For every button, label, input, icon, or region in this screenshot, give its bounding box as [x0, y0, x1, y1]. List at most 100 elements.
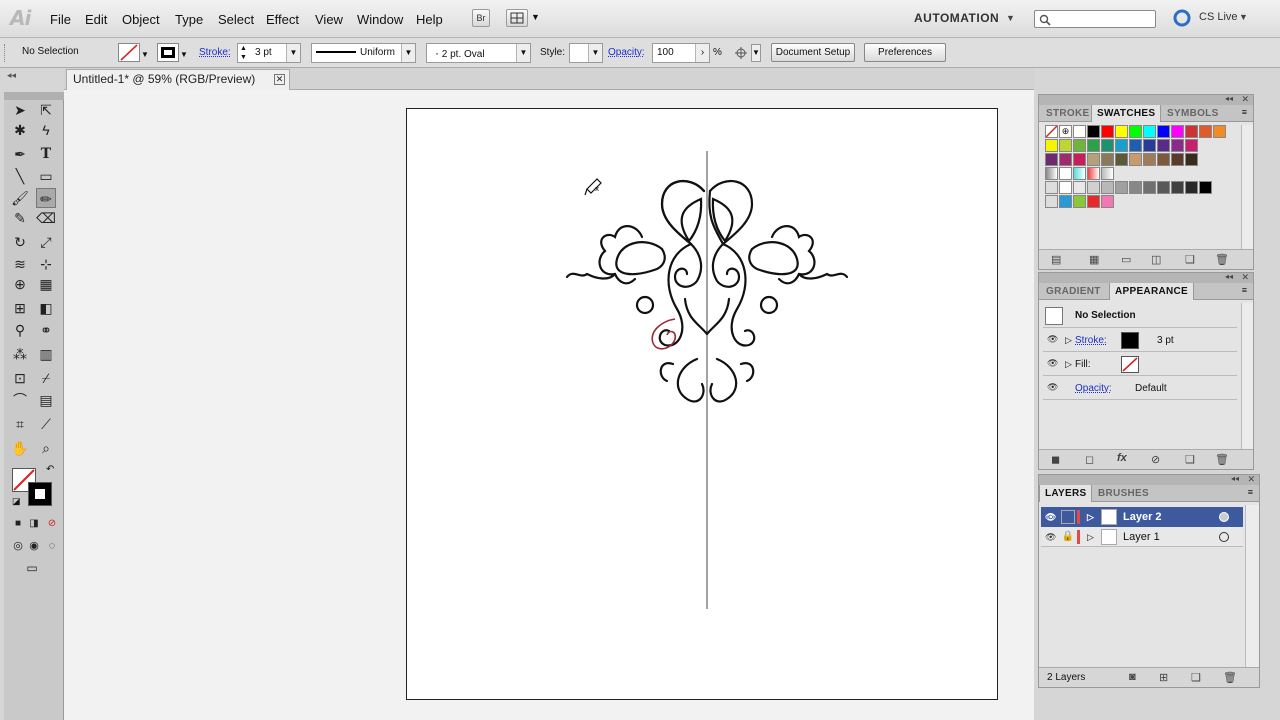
lock-toggle[interactable]	[1061, 510, 1075, 524]
warp-tool-icon[interactable]: ≋	[10, 254, 30, 274]
add-fill-icon[interactable]: ◻	[1085, 453, 1094, 466]
color-swatch[interactable]	[1199, 181, 1212, 194]
fill-color-swatch[interactable]	[118, 43, 140, 62]
panel-grip[interactable]	[4, 92, 64, 100]
color-swatch[interactable]	[1143, 181, 1156, 194]
color-swatch[interactable]	[1115, 139, 1128, 152]
preferences-button[interactable]: Preferences	[864, 43, 946, 62]
gradient-tool-icon[interactable]: ◧	[36, 298, 56, 318]
stepper-icon[interactable]: ▲ ▼	[240, 44, 247, 62]
color-swatch[interactable]	[1045, 153, 1058, 166]
hand-tool-icon[interactable]: ✋	[10, 438, 30, 458]
disclosure-triangle-icon[interactable]: ▷	[1065, 353, 1072, 376]
layer-name[interactable]: Layer 1	[1123, 527, 1160, 547]
clear-appearance-icon[interactable]: ⊘	[1151, 453, 1160, 466]
color-swatch[interactable]	[1045, 139, 1058, 152]
close-icon[interactable]: ✕	[1241, 272, 1249, 283]
layer-row[interactable]: 👁 ▷ Layer 2	[1041, 507, 1243, 527]
visibility-eye-icon[interactable]: 👁	[1047, 335, 1058, 344]
color-swatch[interactable]	[1185, 125, 1198, 138]
appearance-opacity-row[interactable]: 👁 Opacity: Default	[1043, 377, 1237, 400]
scrollbar[interactable]	[1245, 505, 1259, 667]
panel-grip[interactable]	[4, 44, 7, 62]
workspace-switcher[interactable]: AUTOMATION	[914, 11, 999, 25]
blend-tool-icon[interactable]: ⚭	[36, 320, 56, 340]
delete-icon[interactable]: 🗑	[1215, 453, 1229, 466]
color-swatch[interactable]	[1073, 195, 1086, 208]
chevron-down-icon[interactable]: ▼	[751, 44, 761, 62]
close-icon[interactable]: ✕	[1241, 94, 1249, 105]
chevron-down-icon[interactable]: ▼	[531, 12, 540, 22]
scrollbar[interactable]	[1241, 303, 1253, 449]
mesh-tool-icon[interactable]: ⊞	[10, 298, 30, 318]
color-swatch[interactable]	[1101, 181, 1114, 194]
artboard[interactable]: x	[406, 108, 998, 700]
color-swatch[interactable]	[1059, 139, 1072, 152]
magic-wand-tool-icon[interactable]: ✱	[10, 120, 30, 140]
opacity-label[interactable]: Opacity:	[1075, 377, 1112, 400]
recolor-artwork-icon[interactable]	[734, 46, 750, 60]
chevron-down-icon[interactable]: ▼	[141, 50, 149, 59]
screen-mode-icon[interactable]: ▭	[22, 558, 42, 578]
lasso-tool-icon[interactable]: ϟ	[36, 120, 56, 140]
gradient-mode-icon[interactable]: ◨	[24, 514, 44, 534]
line-tool-icon[interactable]: ╲	[10, 166, 30, 186]
brush-definition-select[interactable]: · 2 pt. Oval ▼	[426, 43, 531, 63]
color-swatch[interactable]	[1157, 153, 1170, 166]
collapse-icon[interactable]: ◂◂	[1225, 94, 1233, 103]
panel-menu-icon[interactable]: ≡	[1248, 487, 1253, 497]
color-swatch[interactable]	[1129, 139, 1142, 152]
pen-tool-icon[interactable]: ✒	[10, 144, 30, 164]
graphic-style-select[interactable]: ▼	[569, 43, 603, 63]
menu-edit[interactable]: Edit	[85, 12, 107, 27]
fx-icon[interactable]: fx	[1117, 452, 1127, 464]
color-swatch[interactable]	[1157, 125, 1170, 138]
make-clipping-mask-icon[interactable]: ◙	[1129, 671, 1136, 683]
swatch-options-icon[interactable]: ▭	[1121, 253, 1131, 266]
color-swatch[interactable]	[1059, 153, 1072, 166]
menu-select[interactable]: Select	[218, 12, 254, 27]
appearance-stroke-row[interactable]: 👁 ▷ Stroke: 3 pt	[1043, 329, 1237, 352]
curvature-tool-icon[interactable]: ⌒	[10, 390, 30, 410]
eyedropper-tool-icon[interactable]: ⚲	[10, 320, 30, 340]
draw-behind-icon[interactable]: ◉	[24, 536, 44, 556]
cs-live-menu[interactable]: CS Live	[1199, 11, 1238, 23]
color-swatch[interactable]	[1087, 195, 1100, 208]
disclosure-triangle-icon[interactable]: ▷	[1087, 507, 1094, 527]
chevron-down-icon[interactable]: ▼	[286, 44, 300, 62]
pattern-swatch[interactable]	[1045, 167, 1058, 180]
type-tool-icon[interactable]: T	[36, 144, 56, 164]
stroke-color-swatch[interactable]	[157, 43, 179, 62]
menu-view[interactable]: View	[315, 12, 343, 27]
none-mode-icon[interactable]: ⊘	[42, 514, 62, 534]
color-swatch[interactable]	[1129, 153, 1142, 166]
chevron-down-icon[interactable]: ▼	[516, 44, 530, 62]
chevron-down-icon[interactable]: ▼	[588, 44, 602, 62]
menu-object[interactable]: Object	[122, 12, 160, 27]
color-swatch[interactable]	[1143, 125, 1156, 138]
color-swatch[interactable]	[1129, 181, 1142, 194]
color-swatch[interactable]	[1185, 139, 1198, 152]
artboard-crop-tool-icon[interactable]: ⌗	[10, 414, 30, 434]
visibility-eye-icon[interactable]: 👁	[1047, 359, 1058, 368]
column-graph-tool-icon[interactable]: ▥	[36, 344, 56, 364]
document-tab[interactable]: Untitled-1* @ 59% (RGB/Preview) ✕	[66, 69, 290, 90]
menu-type[interactable]: Type	[175, 12, 203, 27]
color-swatch[interactable]	[1101, 139, 1114, 152]
tab-symbols[interactable]: SYMBOLS	[1162, 105, 1224, 122]
zoom-tool-icon[interactable]: ⌕	[36, 438, 56, 458]
color-swatch[interactable]	[1073, 125, 1086, 138]
document-setup-button[interactable]: Document Setup	[771, 43, 855, 62]
direct-selection-tool-icon[interactable]: ⇱	[36, 100, 56, 120]
close-icon[interactable]: ✕	[1247, 474, 1255, 485]
pattern-swatch[interactable]	[1087, 167, 1100, 180]
lock-icon[interactable]: 🔒	[1061, 530, 1075, 544]
menu-window[interactable]: Window	[357, 12, 403, 27]
shape-builder-tool-icon[interactable]: ⊕	[10, 274, 30, 294]
color-swatch[interactable]	[1087, 153, 1100, 166]
color-swatch[interactable]	[1115, 125, 1128, 138]
layer-name[interactable]: Layer 2	[1123, 507, 1162, 527]
color-swatch[interactable]	[1087, 125, 1100, 138]
menu-file[interactable]: File	[50, 12, 71, 27]
scale-tool-icon[interactable]: ⤢	[36, 232, 56, 252]
